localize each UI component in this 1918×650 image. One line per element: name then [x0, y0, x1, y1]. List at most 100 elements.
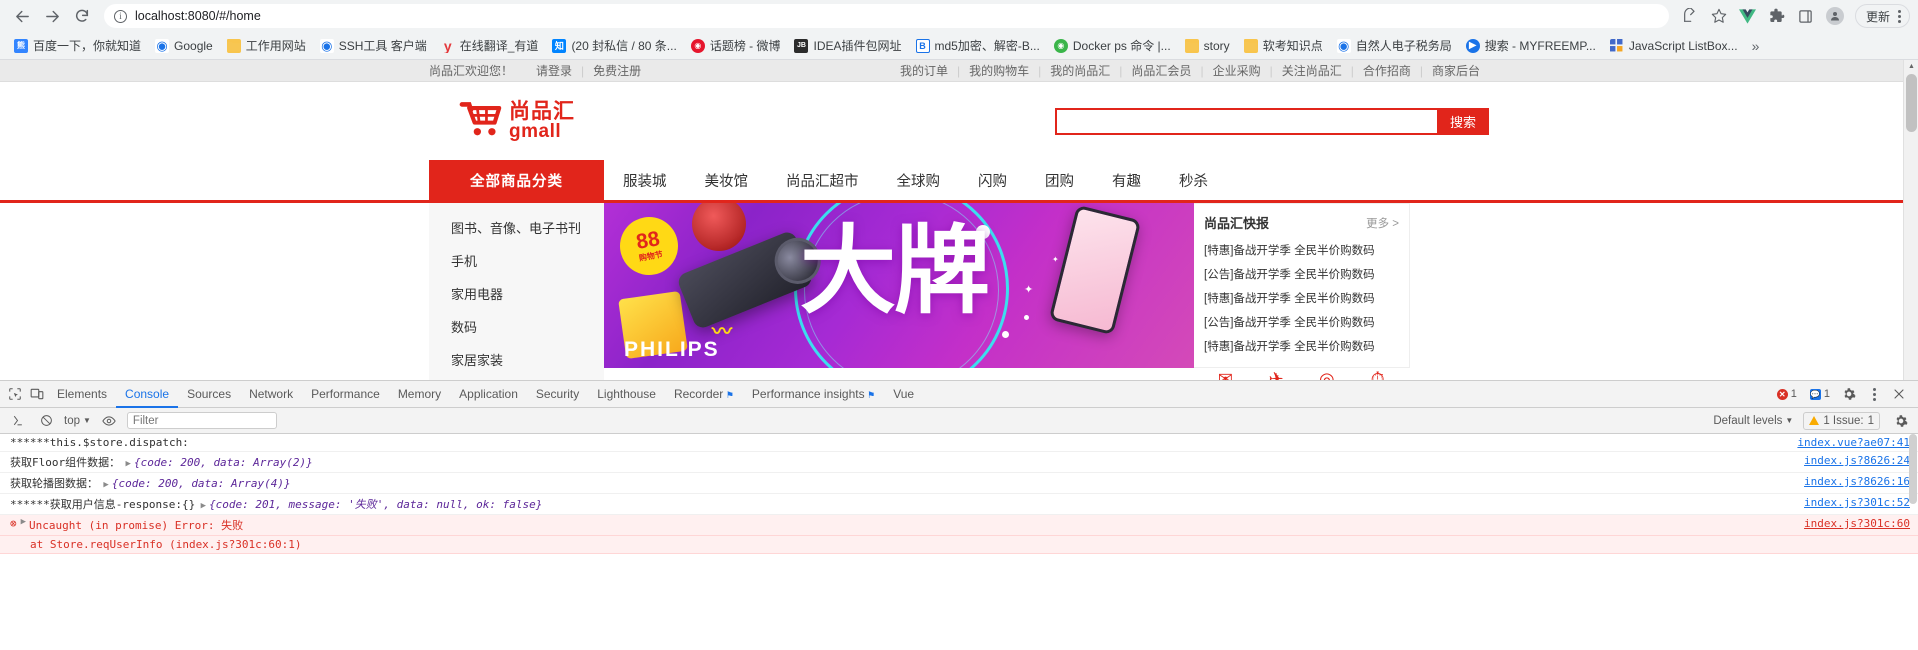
site-info-icon[interactable]: i [114, 9, 127, 23]
clear-console-icon[interactable] [6, 410, 28, 432]
console-object-preview[interactable]: {code: 200, data: Array(4)} [112, 477, 291, 490]
register-link[interactable]: 免费注册 [584, 62, 650, 79]
console-source-link[interactable]: index.js?8626:16 [1792, 475, 1910, 488]
bookmark-item[interactable]: 工作用网站 [221, 34, 312, 57]
coupon-icon[interactable]: ✉ [1212, 366, 1238, 381]
expand-triangle-icon[interactable]: ▶ [195, 501, 209, 511]
nav-item-4[interactable]: 闪购 [959, 170, 1026, 191]
nav-item-7[interactable]: 秒杀 [1160, 170, 1227, 191]
promo-banner[interactable]: 〰 ✦ ✦ 88 购物节 大牌 PHILIPS [604, 203, 1194, 368]
sidebar-category-2[interactable]: 家用电器 [429, 277, 604, 310]
console-row[interactable]: ******this.$store.dispatch: index.vue?ae0… [0, 434, 1918, 452]
eye-icon[interactable] [98, 410, 120, 432]
expand-triangle-icon[interactable]: ▶ [120, 459, 134, 469]
bookmark-item[interactable]: ◉ Docker ps 命令 |... [1048, 34, 1177, 57]
inspect-element-icon[interactable] [4, 383, 26, 405]
devtools-tab-security[interactable]: Security [527, 381, 588, 408]
sidebar-category-3[interactable]: 数码 [429, 310, 604, 343]
bookmark-star-icon[interactable] [1706, 3, 1732, 29]
news-item[interactable]: [特惠]备战开学季 全民半价购数码 [1194, 286, 1409, 310]
topbar-link-4[interactable]: 企业采购 [1204, 62, 1270, 79]
bookmark-item[interactable]: ◉ Google [149, 36, 219, 56]
nav-item-6[interactable]: 有趣 [1093, 170, 1160, 191]
no-entry-icon[interactable] [35, 410, 57, 432]
profile-avatar-icon[interactable] [1822, 3, 1848, 29]
console-scrollbar-thumb[interactable] [1909, 434, 1917, 504]
devtools-tab-vue[interactable]: Vue [884, 381, 923, 408]
game-icon[interactable]: ◎ [1314, 366, 1340, 381]
nav-item-1[interactable]: 美妆馆 [686, 170, 768, 191]
topbar-link-0[interactable]: 我的订单 [891, 62, 957, 79]
gear-icon[interactable] [1838, 383, 1860, 405]
message-count-badge[interactable]: 💬 1 [1805, 387, 1835, 401]
console-source-link[interactable]: index.js?8626:24 [1792, 454, 1910, 467]
devtools-tab-lighthouse[interactable]: Lighthouse [588, 381, 665, 408]
nav-item-0[interactable]: 服装城 [604, 170, 686, 191]
bookmark-item[interactable]: JavaScript ListBox... [1604, 36, 1744, 56]
devtools-tab-recorder[interactable]: Recorder ⚑ [665, 381, 743, 408]
airplane-icon[interactable]: ✈ [1263, 366, 1289, 381]
console-source-link[interactable]: index.js?301c:52 [1792, 496, 1910, 509]
clock-icon[interactable]: ⏱ [1365, 366, 1391, 381]
bookmarks-overflow-icon[interactable]: » [1746, 38, 1766, 54]
bookmark-item[interactable]: y 在线翻译_有道 [435, 34, 545, 57]
vue-devtools-extension-icon[interactable] [1735, 3, 1761, 29]
devtools-tab-performance[interactable]: Performance [302, 381, 389, 408]
devtools-tab-console[interactable]: Console [116, 381, 179, 408]
console-row[interactable]: 获取轮播图数据： ▶ {code: 200, data: Array(4)} ind… [0, 473, 1918, 494]
error-count-badge[interactable]: ✕ 1 [1772, 387, 1802, 401]
devtools-menu-icon[interactable] [1863, 383, 1885, 405]
execution-context-selector[interactable]: top ▼ [64, 415, 91, 427]
extensions-puzzle-icon[interactable] [1764, 3, 1790, 29]
news-item[interactable]: [公告]备战开学季 全民半价购数码 [1194, 310, 1409, 334]
devtools-tab-network[interactable]: Network [240, 381, 302, 408]
topbar-link-1[interactable]: 我的购物车 [960, 62, 1038, 79]
console-row[interactable]: ⊗ ▶ Uncaught (in promise) Error: 失败 index.j… [0, 515, 1918, 536]
news-item[interactable]: [特惠]备战开学季 全民半价购数码 [1194, 238, 1409, 262]
bookmark-item[interactable]: 软考知识点 [1238, 34, 1329, 57]
sidebar-category-5[interactable]: 电脑办公 [429, 376, 604, 380]
bookmark-item[interactable]: 熊百度一下，你就知道 [8, 34, 147, 57]
topbar-link-7[interactable]: 商家后台 [1423, 62, 1489, 79]
console-object-preview[interactable]: {code: 200, data: Array(2)} [134, 456, 313, 469]
devtools-tab-elements[interactable]: Elements [48, 381, 116, 408]
all-categories-button[interactable]: 全部商品分类 [429, 160, 604, 200]
page-scrollbar-thumb[interactable] [1906, 74, 1917, 132]
expand-triangle-icon[interactable]: ▶ [21, 517, 29, 527]
sidebar-category-1[interactable]: 手机 [429, 244, 604, 277]
topbar-link-3[interactable]: 尚品汇会员 [1122, 62, 1200, 79]
console-settings-gear-icon[interactable] [1890, 410, 1912, 432]
back-button[interactable] [8, 2, 36, 30]
news-more-link[interactable]: 更多 > [1366, 215, 1399, 231]
topbar-link-2[interactable]: 我的尚品汇 [1041, 62, 1119, 79]
console-object-preview[interactable]: {code: 201, message: '失败', data: null, o… [209, 498, 542, 511]
console-output[interactable]: ******this.$store.dispatch: index.vue?ae0… [0, 434, 1918, 650]
reload-button[interactable] [68, 2, 96, 30]
bookmark-item[interactable]: story [1179, 36, 1236, 56]
login-link[interactable]: 请登录 [527, 62, 581, 79]
bookmark-item[interactable]: ◉ 话题榜 - 微博 [685, 34, 787, 57]
topbar-link-5[interactable]: 关注尚品汇 [1273, 62, 1351, 79]
sidebar-category-4[interactable]: 家居家装 [429, 343, 604, 376]
devtools-tab-memory[interactable]: Memory [389, 381, 450, 408]
sidebar-category-0[interactable]: 图书、音像、电子书刊 [429, 211, 604, 244]
bookmark-item[interactable]: ◉ SSH工具 客户端 [314, 34, 433, 57]
console-row[interactable]: 获取Floor组件数据： ▶ {code: 200, data: Array(2)… [0, 452, 1918, 473]
news-item[interactable]: [特惠]备战开学季 全民半价购数码 [1194, 334, 1409, 358]
search-button[interactable]: 搜索 [1437, 107, 1489, 135]
console-row[interactable]: at Store.reqUserInfo (index.js?301c:60:1… [0, 536, 1918, 554]
update-button[interactable]: 更新 [1854, 4, 1910, 28]
news-item[interactable]: [公告]备战开学季 全民半价购数码 [1194, 262, 1409, 286]
nav-item-3[interactable]: 全球购 [878, 170, 960, 191]
issues-badge[interactable]: 1 Issue: 1 [1803, 411, 1880, 430]
site-logo[interactable]: 尚品汇 gmall [459, 99, 575, 144]
scroll-up-arrow[interactable]: ▲ [1904, 60, 1918, 74]
nav-item-2[interactable]: 尚品汇超市 [767, 170, 878, 191]
console-filter-input[interactable] [126, 412, 277, 429]
device-toolbar-icon[interactable] [26, 383, 48, 405]
console-row[interactable]: ******获取用户信息-response:{} ▶ {code: 201, me… [0, 494, 1918, 515]
nav-item-5[interactable]: 团购 [1026, 170, 1093, 191]
search-input[interactable] [1055, 107, 1437, 135]
expand-triangle-icon[interactable]: ▶ [98, 480, 112, 490]
bookmark-item[interactable]: ▶ 搜索 - MYFREEMP... [1460, 34, 1602, 57]
